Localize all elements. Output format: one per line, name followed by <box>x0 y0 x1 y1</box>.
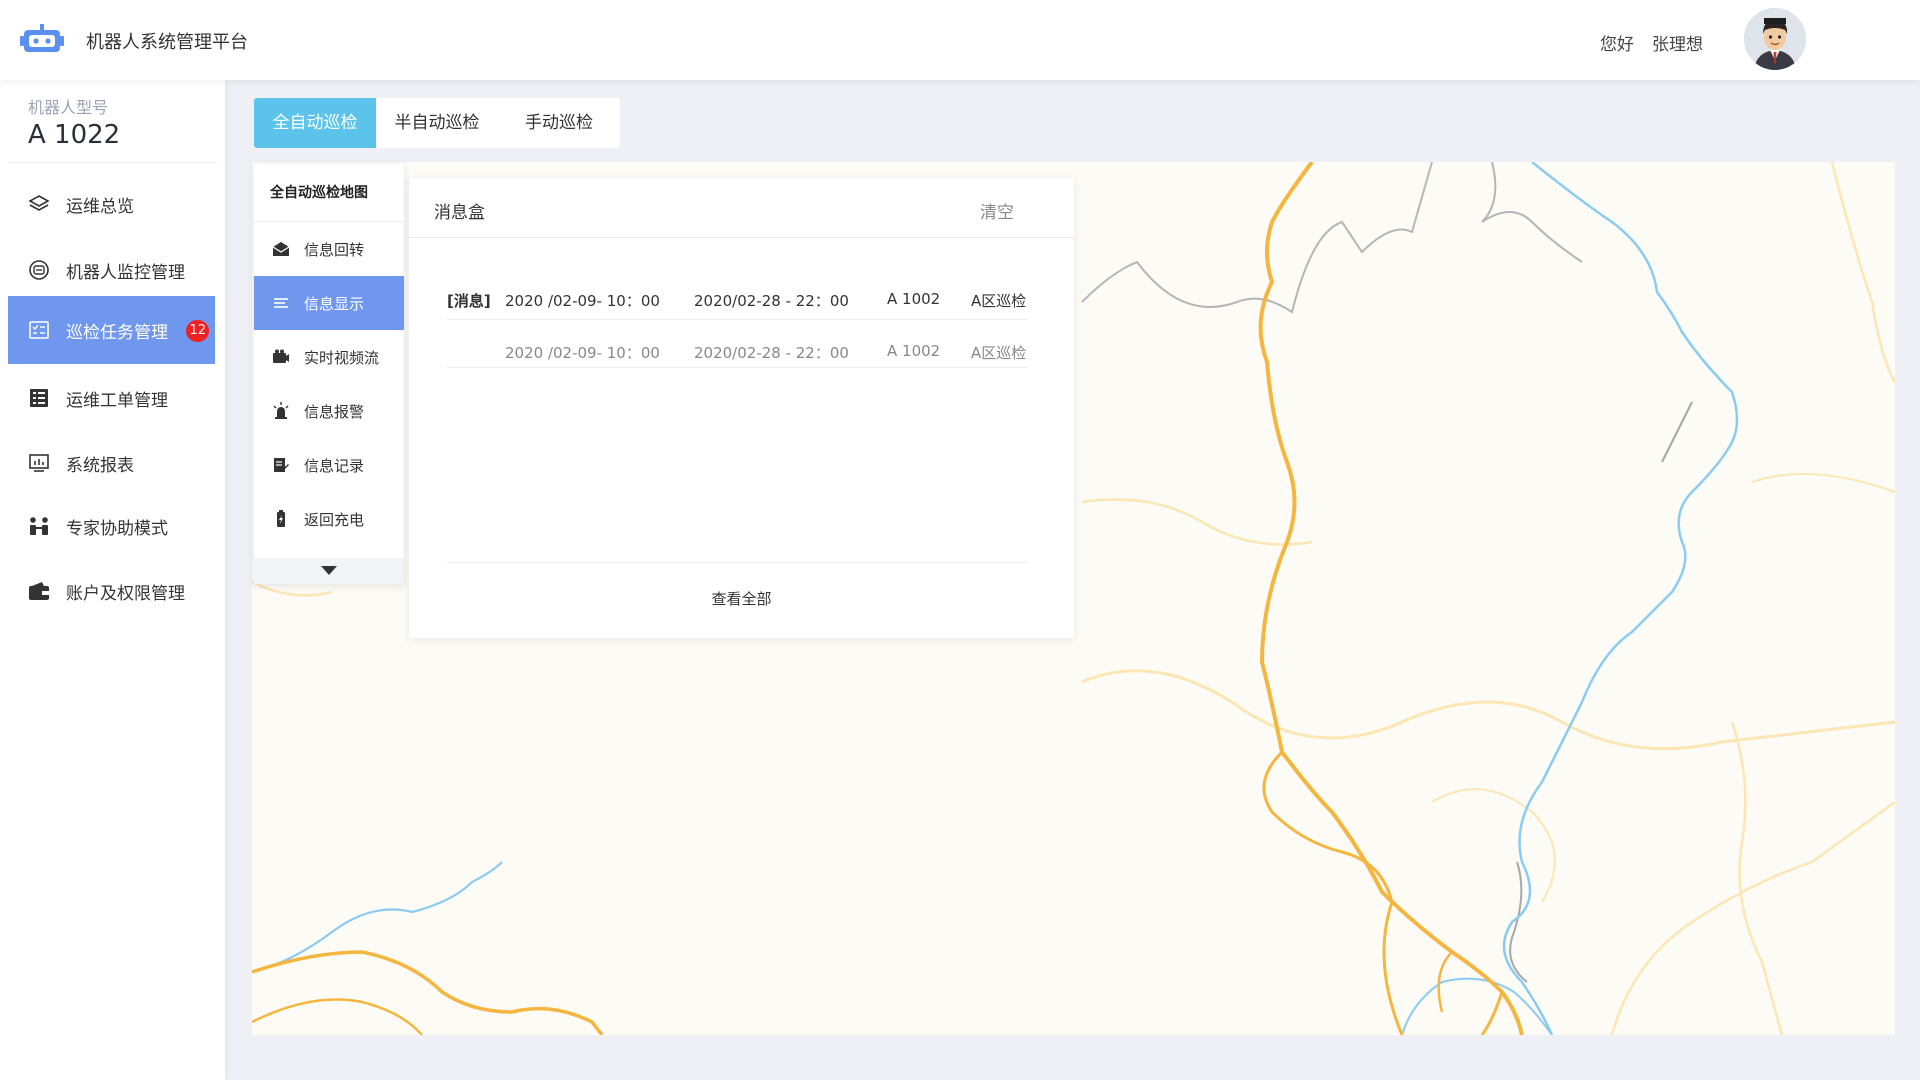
message-end-time: 2020/02-28 - 22：00 <box>694 344 849 362</box>
inspection-mode-tabs: 全自动巡检 半自动巡检 手动巡检 <box>254 98 620 148</box>
sidebar: 机器人型号 A 1022 运维总览 机器人监控管理 巡检任务管理 12 运维工单… <box>0 80 225 1080</box>
message-robot: A 1002 <box>887 342 941 360</box>
message-task: A区巡检 <box>971 344 1027 362</box>
battery-icon <box>272 510 290 528</box>
function-menu-title: 全自动巡检地图 <box>254 164 404 222</box>
message-row[interactable]: [消息] 2020 /02-09- 10：00 2020/02-28 - 22：… <box>447 274 1027 324</box>
tab-semi-auto-inspection[interactable]: 半自动巡检 <box>376 98 498 148</box>
menu-item-label: 信息回转 <box>304 240 365 259</box>
alarm-light-icon <box>272 402 290 420</box>
sidebar-item-expert-assist[interactable]: 专家协助模式 <box>8 492 215 560</box>
clear-button[interactable]: 清空 <box>980 198 1014 223</box>
message-row[interactable]: 2020 /02-09- 10：00 2020/02-28 - 22：00 A … <box>447 326 1027 376</box>
divider <box>447 319 1027 320</box>
envelope-icon <box>272 240 290 258</box>
camera-icon <box>272 348 290 366</box>
menu-item-label: 信息报警 <box>304 402 365 421</box>
model-value: A 1022 <box>28 120 121 150</box>
message-tag: [消息] <box>447 292 491 310</box>
menu-item-return-charge[interactable]: 返回充电 <box>254 492 404 546</box>
menu-item-live-video[interactable]: 实时视频流 <box>254 330 404 384</box>
sidebar-item-work-orders[interactable]: 运维工单管理 <box>8 364 215 432</box>
wallet-icon <box>28 580 50 602</box>
message-box-footer: 查看全部 <box>409 562 1074 638</box>
message-task: A区巡检 <box>971 292 1027 310</box>
sidebar-item-reports[interactable]: 系统报表 <box>8 429 215 497</box>
user-avatar[interactable] <box>1744 8 1806 70</box>
menu-item-label: 信息显示 <box>304 294 365 313</box>
app-title: 机器人系统管理平台 <box>86 32 248 53</box>
menu-item-alarm[interactable]: 信息报警 <box>254 384 404 438</box>
work-order-icon <box>28 387 50 409</box>
greeting-text: 您好 <box>1600 35 1634 55</box>
menu-item-info-display[interactable]: 信息显示 <box>254 276 404 330</box>
message-box: 消息盒 清空 [消息] 2020 /02-09- 10：00 2020/02-2… <box>409 178 1074 638</box>
map-function-menu: 全自动巡检地图 信息回转 信息显示 实时视频流 信息报警 信息记录 返回充电 <box>254 164 404 584</box>
notification-badge: 12 <box>186 320 209 342</box>
sidebar-item-label: 机器人监控管理 <box>66 262 185 283</box>
message-box-header: 消息盒 清空 <box>409 178 1074 238</box>
sidebar-item-robot-monitor[interactable]: 机器人监控管理 <box>8 236 215 304</box>
task-checklist-icon <box>28 319 50 341</box>
message-start-time: 2020 /02-09- 10：00 <box>505 344 660 362</box>
menu-item-label: 返回充电 <box>304 510 365 529</box>
sidebar-item-label: 系统报表 <box>66 455 134 476</box>
sidebar-item-overview[interactable]: 运维总览 <box>8 170 215 238</box>
menu-item-label: 实时视频流 <box>304 348 380 367</box>
experts-icon <box>28 515 50 537</box>
sidebar-item-label: 运维总览 <box>66 196 134 217</box>
divider <box>8 162 217 163</box>
message-start-time: 2020 /02-09- 10：00 <box>505 292 660 310</box>
divider <box>447 367 1027 368</box>
tab-auto-inspection[interactable]: 全自动巡检 <box>254 98 376 148</box>
edit-record-icon <box>272 456 290 474</box>
robot-logo-icon <box>20 24 64 54</box>
view-all-link[interactable]: 查看全部 <box>409 588 1074 609</box>
expand-menu-button[interactable] <box>254 558 404 584</box>
message-end-time: 2020/02-28 - 22：00 <box>694 292 849 310</box>
model-label: 机器人型号 <box>28 98 109 117</box>
message-robot: A 1002 <box>887 290 941 308</box>
menu-item-record[interactable]: 信息记录 <box>254 438 404 492</box>
report-screen-icon <box>28 452 50 474</box>
sidebar-item-label: 专家协助模式 <box>66 518 168 539</box>
message-box-title: 消息盒 <box>434 203 485 223</box>
sidebar-item-inspection-tasks[interactable]: 巡检任务管理 12 <box>8 296 215 364</box>
list-icon <box>272 294 290 312</box>
sidebar-item-label: 运维工单管理 <box>66 390 168 411</box>
tab-manual-inspection[interactable]: 手动巡检 <box>498 98 620 148</box>
layers-icon <box>28 193 50 215</box>
menu-item-label: 信息记录 <box>304 456 365 475</box>
top-bar: 机器人系统管理平台 您好 张理想 <box>0 0 1920 80</box>
sidebar-item-label: 账户及权限管理 <box>66 583 185 604</box>
sidebar-item-label: 巡检任务管理 <box>66 322 168 343</box>
menu-item-info-return[interactable]: 信息回转 <box>254 222 404 276</box>
caret-down-icon <box>321 566 337 575</box>
username[interactable]: 张理想 <box>1652 30 1703 55</box>
robot-monitor-icon <box>28 259 50 281</box>
sidebar-item-accounts[interactable]: 账户及权限管理 <box>8 557 215 625</box>
